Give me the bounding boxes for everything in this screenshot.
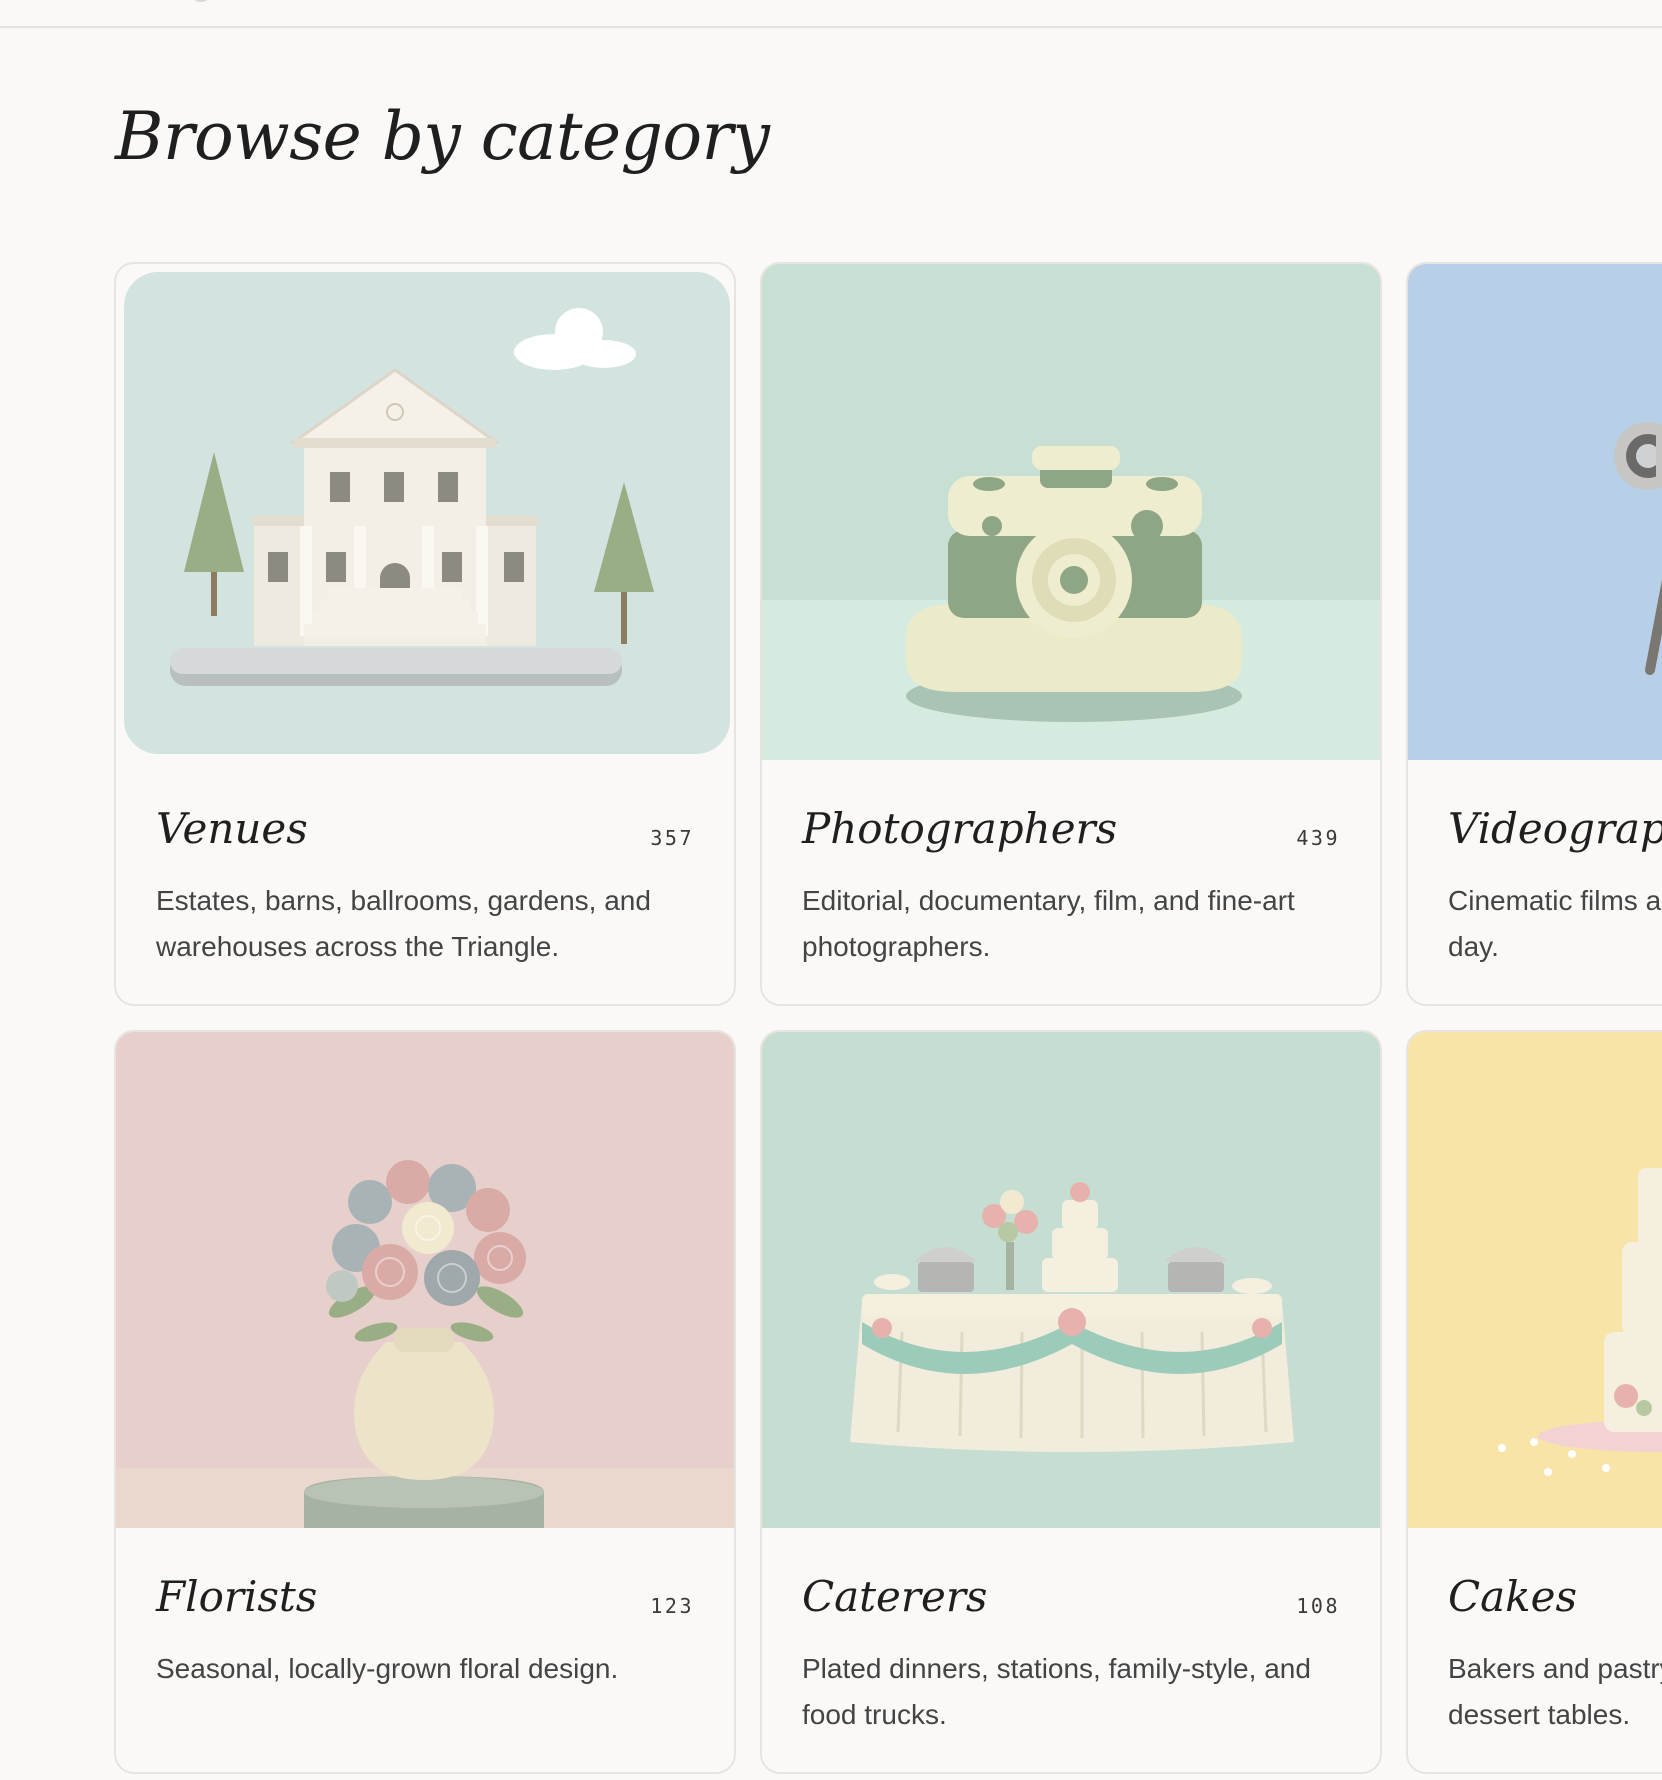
clay-flower-vase-illustration [116,1032,734,1528]
category-card-venues[interactable]: Venues 357 Estates, barns, ballrooms, ga… [114,262,736,1006]
clay-video-camera-illustration [1408,264,1662,760]
card-description: Plated dinners, stations, family-style, … [802,1653,1311,1730]
category-card-videographers[interactable]: Videographers Cinematic films and highli… [1406,262,1662,1006]
vendor-count: 108 [1296,1594,1340,1618]
card-description: Estates, barns, ballrooms, gardens, and … [156,885,651,962]
page-title: Browse by category [115,98,770,175]
vendor-count: 123 [650,1594,694,1618]
vendor-count: 357 [650,826,694,850]
category-card-cakes[interactable]: Cakes Bakers and pastry artists for cake… [1406,1030,1662,1774]
category-card-caterers[interactable]: Caterers 108 Plated dinners, stations, f… [760,1030,1382,1774]
card-title: Cakes [1448,1572,1578,1621]
caterers-image [762,1032,1380,1528]
clay-buffet-table-illustration [762,1032,1380,1528]
photographers-image [762,264,1380,760]
venues-image [124,272,730,754]
category-grid: Venues 357 Estates, barns, ballrooms, ga… [114,262,1662,1780]
cakes-image [1408,1032,1662,1528]
florists-image [116,1032,734,1528]
top-nav-bar [0,0,1662,28]
card-description: Bakers and pastry artists for cakes and … [1448,1653,1662,1730]
clay-wedding-cake-illustration [1408,1032,1662,1528]
card-title: Photographers [802,804,1118,853]
card-description: Editorial, documentary, film, and fine-a… [802,885,1295,962]
vendor-count: 439 [1296,826,1340,850]
category-card-photographers[interactable]: Photographers 439 Editorial, documentary… [760,262,1382,1006]
card-title: Videographers [1448,804,1662,853]
venue-building-illustration [124,272,730,754]
card-title: Caterers [802,1572,988,1621]
category-card-florists[interactable]: Florists 123 Seasonal, locally-grown flo… [114,1030,736,1774]
card-description: Seasonal, locally-grown floral design. [156,1653,619,1684]
card-title: Venues [156,804,308,853]
nav-edge-fragment [190,0,212,2]
clay-camera-illustration [762,264,1380,760]
card-description: Cinematic films and highlight reels of y… [1448,885,1662,962]
card-title: Florists [156,1572,318,1621]
videographers-image [1408,264,1662,760]
